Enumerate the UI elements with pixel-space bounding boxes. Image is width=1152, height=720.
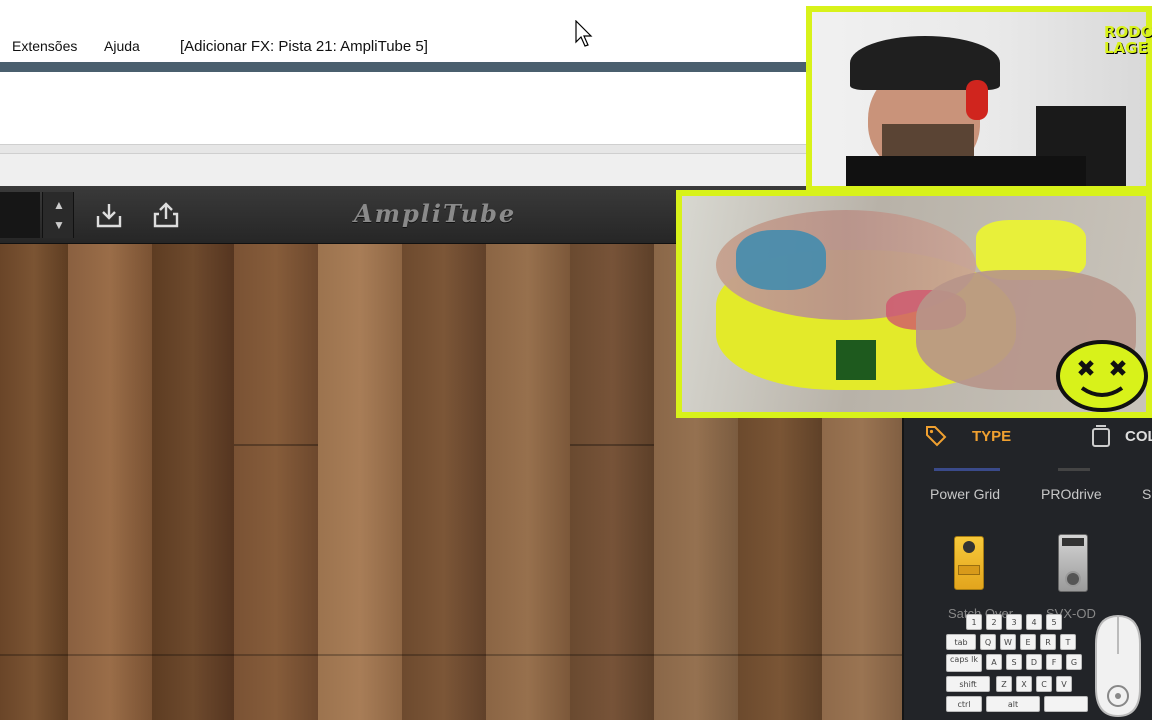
window-title: [Adicionar FX: Pista 21: AmpliTube 5] [180,38,428,55]
spin-down-button[interactable]: ▼ [51,216,67,234]
download-icon [96,204,122,228]
key: tab [946,634,976,650]
webcam-face-overlay: RODO LAGE [806,6,1152,192]
category-more[interactable]: S [1142,486,1151,502]
tag-icon [926,426,947,447]
spin-up-button[interactable]: ▲ [51,196,67,214]
mouse-input-icon [1095,614,1141,718]
mouse-cursor-icon [575,20,593,47]
key: R [1040,634,1056,650]
overlay-frame [806,6,1152,192]
amplitube-logo: AmpliTube [354,199,517,228]
preset-spinner[interactable]: ▲ ▼ [42,192,74,238]
key: X [1016,676,1032,692]
key: A [986,654,1002,670]
category-divider [1058,468,1090,471]
key: E [1020,634,1036,650]
key: caps lk [946,654,982,672]
smiley-x-eyes-icon [1056,340,1148,412]
key: 5 [1046,614,1062,630]
key: W [1000,634,1016,650]
key: alt [986,696,1040,712]
streamer-badge: RODO LAGE [1104,23,1152,57]
key: G [1066,654,1082,670]
footswitch-icon [1065,571,1081,587]
import-button[interactable] [84,192,134,238]
key: F [1046,654,1062,670]
key: 2 [986,614,1002,630]
key: D [1026,654,1042,670]
key: ctrl [946,696,982,712]
key: 4 [1026,614,1042,630]
key: Z [996,676,1012,692]
key: C [1036,676,1052,692]
menu-extensions[interactable]: Extensões [12,38,77,54]
webcam-guitar-overlay [676,190,1152,418]
key: V [1056,676,1072,692]
key: Q [980,634,996,650]
key: S [1006,654,1022,670]
spacebar-key [1044,696,1088,712]
export-button[interactable] [141,192,191,238]
key: shift [946,676,990,692]
tab-collection[interactable]: COL [1125,428,1152,445]
key: 1 [966,614,982,630]
menu-help[interactable]: Ajuda [104,38,140,54]
category-scroll-indicator [934,468,1000,471]
preset-display[interactable] [0,192,40,238]
pedal-svx-od[interactable] [1058,534,1088,592]
tab-type[interactable]: TYPE [972,428,1011,445]
keyboard-input-overlay: 1 2 3 4 5 tab Q W E R T caps lk A S D F … [944,612,1092,716]
key: T [1060,634,1076,650]
category-prodrive[interactable]: PROdrive [1041,486,1102,502]
category-power-grid[interactable]: Power Grid [930,486,1000,502]
key: 3 [1006,614,1022,630]
knob-icon [963,541,975,553]
collection-icon [1092,425,1110,447]
share-icon [153,202,179,228]
pedal-satch-over[interactable] [954,536,984,590]
